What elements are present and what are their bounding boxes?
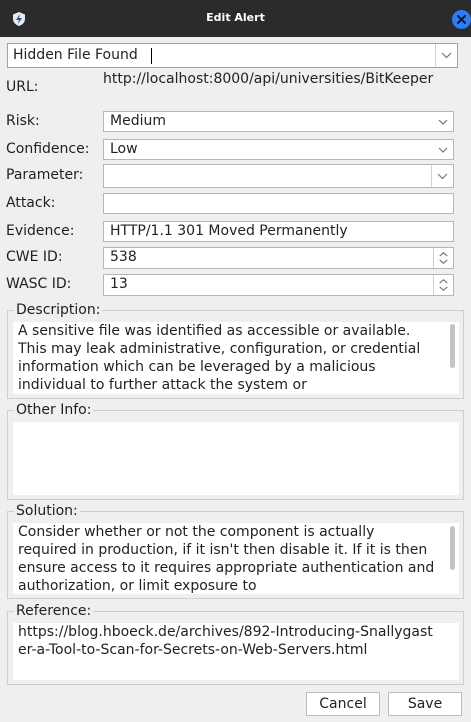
wasc-id-label: WASC ID: — [6, 276, 72, 292]
text-cursor — [151, 48, 152, 64]
close-button[interactable] — [452, 10, 471, 29]
description-textarea[interactable]: A sensitive file was identified as acces… — [13, 322, 459, 394]
spinner-arrows-icon[interactable] — [433, 248, 453, 268]
solution-group: Solution: Consider whether or not the co… — [7, 503, 464, 599]
parameter-combo[interactable] — [103, 164, 454, 188]
other-info-textarea[interactable] — [13, 422, 459, 495]
edit-alert-dialog: Edit Alert Hidden File Found URL: http:/… — [0, 0, 471, 722]
close-icon — [457, 15, 466, 24]
save-button[interactable]: Save — [388, 692, 462, 716]
evidence-label: Evidence: — [6, 223, 75, 239]
description-scrollbar[interactable] — [450, 324, 455, 368]
confidence-value: Low — [110, 141, 138, 157]
wasc-id-spinner[interactable]: 13 — [103, 274, 454, 296]
parameter-label: Parameter: — [6, 167, 84, 183]
chevron-down-icon — [437, 173, 448, 180]
cwe-id-value: 538 — [110, 249, 137, 265]
cwe-id-label: CWE ID: — [6, 249, 63, 265]
url-value: http://localhost:8000/api/universities/B… — [103, 71, 434, 87]
confidence-label: Confidence: — [6, 141, 90, 157]
url-label: URL: — [6, 79, 39, 95]
alert-name-value[interactable]: Hidden File Found — [13, 46, 138, 65]
attack-label: Attack: — [6, 195, 56, 211]
description-legend: Description: — [14, 302, 103, 319]
alert-name-combo[interactable]: Hidden File Found — [7, 43, 458, 68]
wasc-id-value: 13 — [110, 276, 128, 292]
evidence-value: HTTP/1.1 301 Moved Permanently — [110, 223, 348, 239]
chevron-down-icon — [441, 52, 452, 59]
solution-legend: Solution: — [14, 503, 80, 520]
solution-textarea[interactable]: Consider whether or not the component is… — [13, 523, 459, 594]
risk-select[interactable]: Medium — [103, 111, 454, 132]
attack-input[interactable] — [103, 193, 454, 214]
description-group: Description: A sensitive file was identi… — [7, 302, 464, 399]
spinner-arrows-icon[interactable] — [433, 275, 453, 295]
evidence-input[interactable]: HTTP/1.1 301 Moved Permanently — [103, 221, 454, 242]
alert-name-dropdown-button[interactable] — [435, 44, 457, 67]
reference-textarea[interactable]: https://blog.hboeck.de/archives/892-Intr… — [13, 623, 459, 680]
other-info-legend: Other Info: — [14, 402, 94, 419]
reference-legend: Reference: — [14, 603, 94, 620]
risk-label: Risk: — [6, 113, 40, 129]
other-info-group: Other Info: — [7, 402, 464, 500]
window-title: Edit Alert — [206, 11, 265, 24]
cancel-button[interactable]: Cancel — [306, 692, 380, 716]
confidence-select[interactable]: Low — [103, 139, 454, 160]
chevron-down-icon — [438, 147, 448, 153]
risk-value: Medium — [110, 113, 166, 129]
chevron-down-icon — [438, 119, 448, 125]
reference-group: Reference: https://blog.hboeck.de/archiv… — [7, 603, 464, 685]
cwe-id-spinner[interactable]: 538 — [103, 247, 454, 269]
title-bar: Edit Alert — [0, 0, 471, 37]
parameter-dropdown-button[interactable] — [431, 165, 453, 187]
solution-scrollbar[interactable] — [450, 526, 455, 570]
